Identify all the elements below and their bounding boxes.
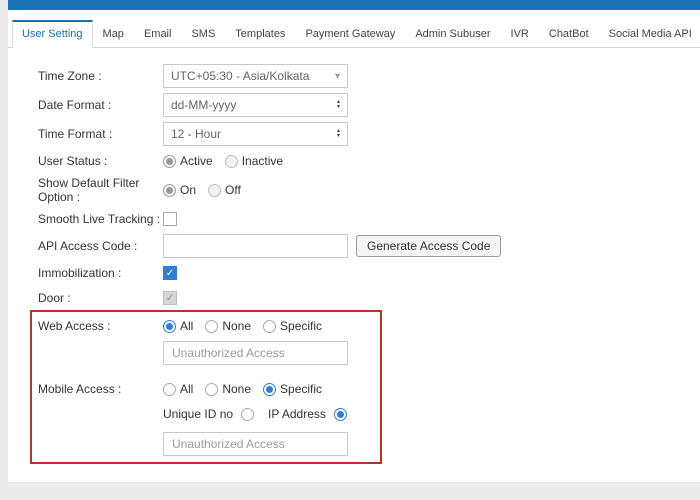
highlighted-access-section: Web Access : All None Specific Mobile Ac…: [38, 316, 700, 456]
mobile-access-type-row: Unique ID no IP Address: [38, 404, 700, 424]
tab-sms[interactable]: SMS: [181, 21, 225, 47]
mobile-access-specific-radio[interactable]: [263, 383, 276, 396]
door-checkbox: ✓: [163, 291, 177, 305]
web-access-all-option[interactable]: All: [180, 319, 193, 333]
user-status-active-option: Active: [180, 154, 213, 168]
tab-map[interactable]: Map: [93, 21, 134, 47]
chevron-down-icon: ▾: [335, 71, 340, 82]
date-format-value: dd-MM-yyyy: [171, 98, 236, 112]
web-access-specific-option[interactable]: Specific: [280, 319, 322, 333]
user-status-inactive-option: Inactive: [242, 154, 283, 168]
user-status-inactive-radio: [225, 155, 238, 168]
filter-off-option: Off: [225, 183, 241, 197]
select-arrows-icon: ▴▾: [337, 100, 340, 110]
time-format-select[interactable]: 12 - Hour ▴▾: [163, 122, 348, 146]
web-access-row: Web Access : All None Specific: [38, 316, 700, 336]
ip-address-option[interactable]: IP Address: [268, 407, 326, 421]
filter-off-radio: [208, 184, 221, 197]
time-format-label: Time Format :: [38, 127, 163, 141]
mobile-access-none-radio[interactable]: [205, 383, 218, 396]
time-format-row: Time Format : 12 - Hour ▴▾: [38, 122, 700, 146]
web-access-label: Web Access :: [38, 319, 163, 333]
api-access-code-row: API Access Code : Generate Access Code: [38, 234, 700, 258]
time-zone-value: UTC+05:30 - Asia/Kolkata: [171, 69, 309, 83]
tab-admin-subuser[interactable]: Admin Subuser: [405, 21, 500, 47]
user-status-label: User Status :: [38, 154, 163, 168]
user-status-row: User Status : Active Inactive: [38, 151, 700, 171]
tab-email[interactable]: Email: [134, 21, 182, 47]
time-zone-row: Time Zone : UTC+05:30 - Asia/Kolkata ▾: [38, 64, 700, 88]
filter-on-option: On: [180, 183, 196, 197]
mobile-access-row: Mobile Access : All None Specific: [38, 379, 700, 399]
mobile-access-input[interactable]: [163, 432, 348, 456]
web-access-none-option[interactable]: None: [222, 319, 251, 333]
time-zone-label: Time Zone :: [38, 69, 163, 83]
door-label: Door :: [38, 291, 163, 305]
time-zone-select[interactable]: UTC+05:30 - Asia/Kolkata ▾: [163, 64, 348, 88]
web-access-none-radio[interactable]: [205, 320, 218, 333]
tab-templates[interactable]: Templates: [225, 21, 295, 47]
mobile-access-label: Mobile Access :: [38, 382, 163, 396]
unique-id-radio[interactable]: [241, 408, 254, 421]
smooth-live-tracking-row: Smooth Live Tracking :: [38, 209, 700, 229]
api-access-code-input[interactable]: [163, 234, 348, 258]
tab-social-media-api[interactable]: Social Media API: [599, 21, 700, 47]
show-default-filter-row: Show Default Filter Option : On Off: [38, 176, 700, 204]
select-arrows-icon: ▴▾: [337, 129, 340, 139]
immobilization-checkbox[interactable]: ✓: [163, 266, 177, 280]
settings-form: Time Zone : UTC+05:30 - Asia/Kolkata ▾ D…: [8, 48, 700, 456]
generate-access-code-button[interactable]: Generate Access Code: [356, 235, 501, 257]
smooth-live-tracking-checkbox[interactable]: [163, 212, 177, 226]
web-access-input-row: [38, 341, 700, 365]
mobile-access-none-option[interactable]: None: [222, 382, 251, 396]
api-access-code-label: API Access Code :: [38, 239, 163, 253]
tab-ivr[interactable]: IVR: [501, 21, 539, 47]
tab-bar: User Setting Map Email SMS Templates Pay…: [8, 10, 700, 48]
page: User Setting Map Email SMS Templates Pay…: [8, 0, 700, 482]
mobile-access-input-row: [38, 432, 700, 456]
door-row: Door : ✓: [38, 288, 700, 308]
date-format-row: Date Format : dd-MM-yyyy ▴▾: [38, 93, 700, 117]
show-default-filter-label: Show Default Filter Option :: [38, 176, 163, 204]
web-access-input[interactable]: [163, 341, 348, 365]
web-access-specific-radio[interactable]: [263, 320, 276, 333]
mobile-access-specific-option[interactable]: Specific: [280, 382, 322, 396]
user-status-active-radio: [163, 155, 176, 168]
mobile-access-all-option[interactable]: All: [180, 382, 193, 396]
unique-id-option[interactable]: Unique ID no: [163, 407, 233, 421]
date-format-label: Date Format :: [38, 98, 163, 112]
smooth-live-tracking-label: Smooth Live Tracking :: [38, 212, 163, 226]
tab-chatbot[interactable]: ChatBot: [539, 21, 599, 47]
tab-payment-gateway[interactable]: Payment Gateway: [295, 21, 405, 47]
mobile-access-all-radio[interactable]: [163, 383, 176, 396]
top-bar: [8, 0, 700, 10]
immobilization-row: Immobilization : ✓: [38, 263, 700, 283]
immobilization-label: Immobilization :: [38, 266, 163, 280]
ip-address-radio[interactable]: [334, 408, 347, 421]
tab-user-setting[interactable]: User Setting: [12, 20, 93, 48]
web-access-all-radio[interactable]: [163, 320, 176, 333]
time-format-value: 12 - Hour: [171, 127, 221, 141]
date-format-select[interactable]: dd-MM-yyyy ▴▾: [163, 93, 348, 117]
filter-on-radio: [163, 184, 176, 197]
